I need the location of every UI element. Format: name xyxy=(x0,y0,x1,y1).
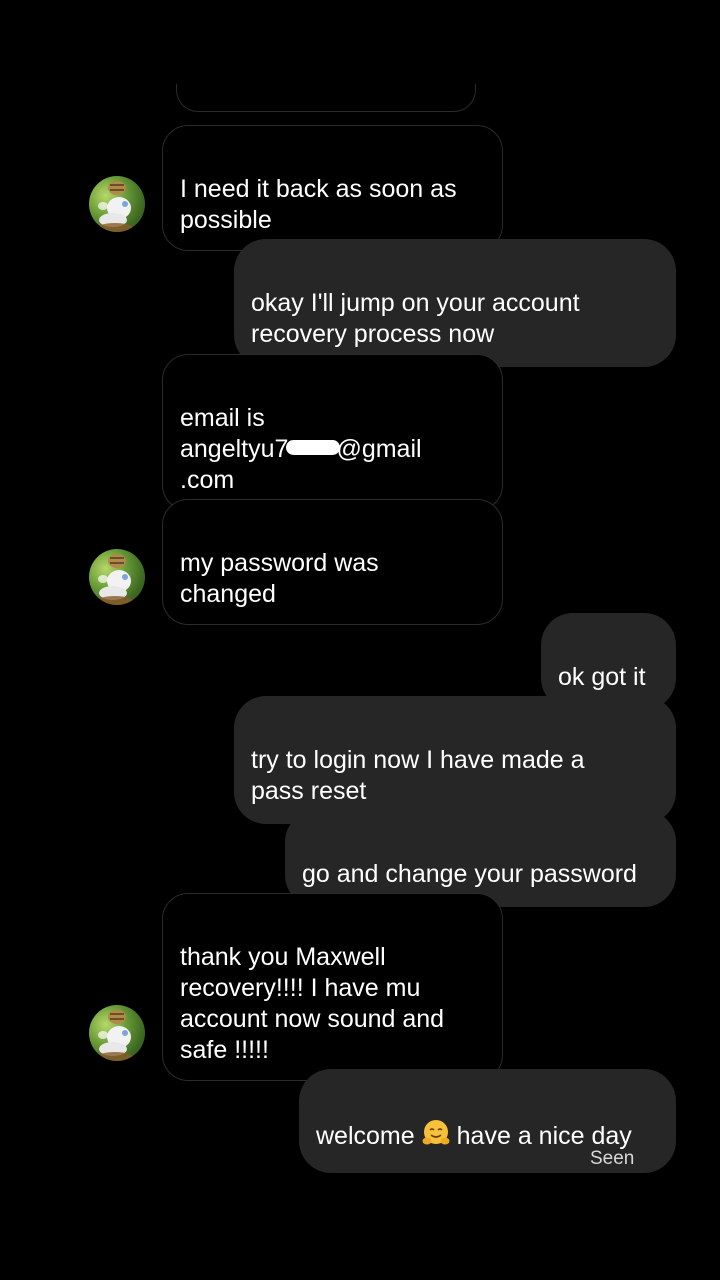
redaction-mark xyxy=(286,440,341,455)
incoming-message[interactable]: my password was changed xyxy=(162,499,503,625)
incoming-message[interactable]: I need it back as soon as possible xyxy=(162,125,503,251)
message-text-start: welcome xyxy=(316,1122,415,1150)
outgoing-message[interactable]: try to login now I have made a pass rese… xyxy=(234,696,676,824)
incoming-message[interactable]: email is angeltyu7 @gmail .com xyxy=(162,354,503,511)
message-text: thank you Maxwell recovery!!!! I have mu… xyxy=(180,943,445,1064)
previous-message-bubble-edge[interactable] xyxy=(176,84,476,112)
hugging-face-icon xyxy=(421,1118,451,1156)
message-text-end: have a nice day xyxy=(456,1122,632,1150)
message-text: I need it back as soon as possible xyxy=(180,175,457,234)
contact-avatar[interactable] xyxy=(89,1005,145,1061)
contact-avatar[interactable] xyxy=(89,549,145,605)
contact-avatar[interactable] xyxy=(89,176,145,232)
message-thread: I need it back as soon as possible okay … xyxy=(0,0,720,1280)
message-text: go and change your password xyxy=(302,860,637,888)
avatar-image xyxy=(97,1010,133,1061)
incoming-message[interactable]: thank you Maxwell recovery!!!! I have mu… xyxy=(162,893,503,1081)
message-text: okay I'll jump on your account recovery … xyxy=(251,289,580,348)
message-text: my password was changed xyxy=(180,549,379,608)
avatar-image xyxy=(97,554,133,605)
message-text: ok got it xyxy=(558,663,646,691)
avatar-image xyxy=(97,181,133,232)
seen-status: Seen xyxy=(590,1148,635,1169)
message-text-start: email is angeltyu7 xyxy=(180,404,289,463)
outgoing-message[interactable]: okay I'll jump on your account recovery … xyxy=(234,239,676,367)
message-text: try to login now I have made a pass rese… xyxy=(251,746,585,805)
